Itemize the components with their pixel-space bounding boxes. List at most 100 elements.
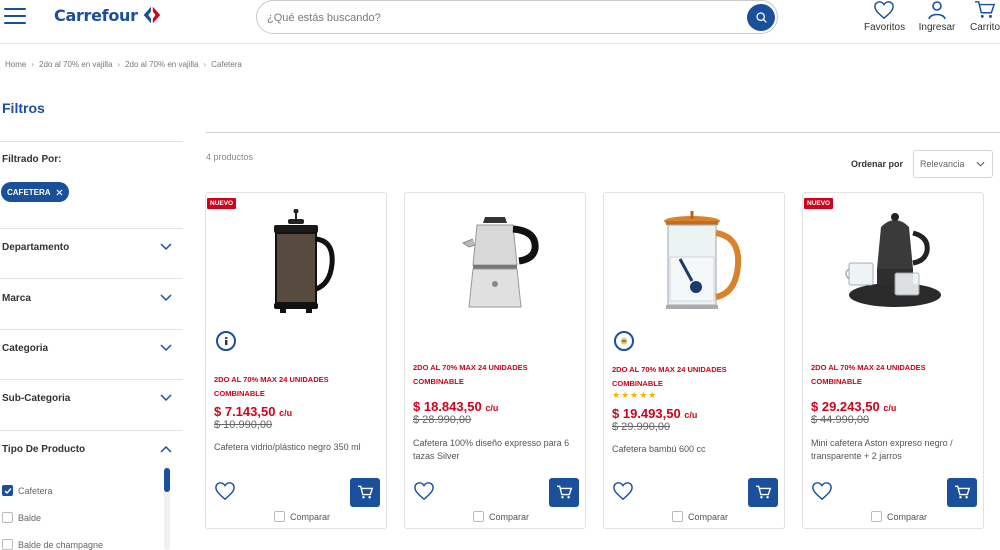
option-label: Balde xyxy=(18,512,42,523)
chevron-down-icon xyxy=(160,243,172,251)
breadcrumb-current: Cafetera xyxy=(211,60,242,69)
facet-label: Marca xyxy=(2,293,31,304)
heart-icon[interactable] xyxy=(612,481,634,501)
search-icon xyxy=(755,12,767,23)
carrito-label: Carrito xyxy=(970,22,1000,33)
ingresar-link[interactable]: Ingresar xyxy=(918,0,956,33)
close-icon[interactable] xyxy=(56,188,63,196)
product-image-moka-pot[interactable] xyxy=(445,209,545,329)
price-unit: c/u xyxy=(279,408,293,418)
compare-toggle[interactable]: Comparar xyxy=(871,511,927,522)
product-name[interactable]: Cafetera vidrio/plástico negro 350 ml xyxy=(214,441,382,454)
compare-checkbox[interactable] xyxy=(672,511,683,522)
menu-icon[interactable] xyxy=(4,8,26,26)
price-unit: c/u xyxy=(883,403,897,413)
product-image-bamboo-press[interactable] xyxy=(644,209,744,329)
product-card[interactable]: 2DO AL 70% MAX 24 UNIDADES COMBINABLE ★★… xyxy=(603,192,785,529)
price-unit: c/u xyxy=(684,410,698,420)
option-label: Balde de champagne xyxy=(18,539,104,550)
old-price: $ 29.990,00 xyxy=(612,421,671,433)
filtered-by-label: Filtrado Por: xyxy=(2,154,62,165)
old-price: $ 10.990,00 xyxy=(214,419,273,431)
price-value: $ 18.843,50 xyxy=(413,399,482,414)
divider xyxy=(0,430,183,431)
checkbox-checked[interactable] xyxy=(2,485,13,496)
compare-checkbox[interactable] xyxy=(871,511,882,522)
sort-label: Ordenar por xyxy=(851,159,904,169)
sort-value: Relevancia xyxy=(920,159,965,169)
chevron-right-icon: › xyxy=(203,60,207,69)
compare-checkbox[interactable] xyxy=(473,511,484,522)
heart-icon[interactable] xyxy=(413,481,435,501)
compare-label: Comparar xyxy=(489,511,530,522)
price: $ 29.243,50 c/u xyxy=(811,399,896,414)
active-filter-chip[interactable]: CAFETERA xyxy=(1,182,69,202)
breadcrumb-item[interactable]: 2do al 70% en vajilla xyxy=(125,60,198,69)
checkbox[interactable] xyxy=(2,512,13,523)
old-price: $ 44.990,00 xyxy=(811,414,870,426)
chevron-down-icon xyxy=(976,161,985,167)
product-card[interactable]: NUEVO 2DO AL 70% MAX 24 UNIDADES COMBINA… xyxy=(802,192,984,529)
rating-stars: ★★★★★ xyxy=(612,390,658,400)
compare-toggle[interactable]: Comparar xyxy=(473,511,529,522)
promo-text: 2DO AL 70% MAX 24 UNIDADES COMBINABLE xyxy=(612,365,727,388)
new-badge: NUEVO xyxy=(207,198,237,209)
site-header: Carrefour Favoritos Ingresar Carrito xyxy=(0,0,1000,44)
chevron-down-icon xyxy=(160,344,172,352)
divider xyxy=(0,379,183,380)
price: $ 19.493,50 c/u xyxy=(612,406,697,421)
sort-select[interactable]: Relevancia xyxy=(913,150,993,178)
compare-toggle[interactable]: Comparar xyxy=(672,511,728,522)
cart-icon xyxy=(556,485,572,499)
facet-departamento[interactable]: Departamento xyxy=(0,238,183,258)
filter-option-cafetera[interactable]: Cafetera xyxy=(2,485,53,496)
heart-icon[interactable] xyxy=(214,481,236,501)
divider xyxy=(0,141,183,142)
product-image-espresso-set[interactable] xyxy=(843,209,943,329)
cart-icon xyxy=(954,485,970,499)
product-name[interactable]: Cafetera bambú 600 cc xyxy=(612,443,780,456)
facet-sub-categoria[interactable]: Sub-Categoria xyxy=(0,389,183,409)
compare-checkbox[interactable] xyxy=(274,511,285,522)
product-card[interactable]: NUEVO 2DO AL 70% MAX 24 UNIDADES COMBINA… xyxy=(205,192,387,529)
breadcrumb-item[interactable]: 2do al 70% en vajilla xyxy=(39,60,112,69)
search-input[interactable] xyxy=(267,9,737,27)
filter-option-balde-de-champagne[interactable]: Balde de champagne xyxy=(2,539,103,550)
facet-marca[interactable]: Marca xyxy=(0,289,183,309)
product-name[interactable]: Mini cafetera Aston expreso negro / tran… xyxy=(811,437,979,463)
results-count: 4 productos xyxy=(206,152,254,162)
facet-categoria[interactable]: Categoria xyxy=(0,339,183,359)
chevron-down-icon xyxy=(160,294,172,302)
filter-option-balde[interactable]: Balde xyxy=(2,512,41,523)
compare-label: Comparar xyxy=(290,511,331,522)
product-card[interactable]: 2DO AL 70% MAX 24 UNIDADES COMBINABLE $ … xyxy=(404,192,586,529)
compare-toggle[interactable]: Comparar xyxy=(274,511,330,522)
facet-label: Sub-Categoria xyxy=(2,393,71,404)
user-icon xyxy=(928,1,946,20)
cart-icon xyxy=(975,1,996,18)
checkbox[interactable] xyxy=(2,539,13,550)
add-to-cart-button[interactable] xyxy=(350,478,380,507)
old-price: $ 28.990,00 xyxy=(413,414,472,426)
add-to-cart-button[interactable] xyxy=(947,478,977,507)
filter-scrollbar-thumb[interactable] xyxy=(164,468,170,492)
carrefour-logo-icon[interactable] xyxy=(140,4,162,26)
add-to-cart-button[interactable] xyxy=(748,478,778,507)
heart-icon[interactable] xyxy=(811,481,833,501)
logo-text[interactable]: Carrefour xyxy=(54,6,138,25)
facet-tipo-de-producto[interactable]: Tipo De Producto xyxy=(0,440,183,460)
facet-label: Categoria xyxy=(2,343,49,354)
facet-label: Tipo De Producto xyxy=(2,444,86,455)
product-name[interactable]: Cafetera 100% diseño expresso para 6 taz… xyxy=(413,437,581,463)
compare-label: Comparar xyxy=(688,511,729,522)
price-unit: c/u xyxy=(485,403,499,413)
add-to-cart-button[interactable] xyxy=(549,478,579,507)
favoritos-link[interactable]: Favoritos xyxy=(864,0,905,33)
product-image-french-press[interactable] xyxy=(246,209,346,329)
price: $ 18.843,50 c/u xyxy=(413,399,498,414)
search-button[interactable] xyxy=(747,4,775,31)
breadcrumb-home[interactable]: Home xyxy=(5,60,26,69)
promo-info-icon xyxy=(614,331,634,351)
carrito-link[interactable]: Carrito xyxy=(970,0,1000,33)
chevron-right-icon: › xyxy=(31,60,35,69)
